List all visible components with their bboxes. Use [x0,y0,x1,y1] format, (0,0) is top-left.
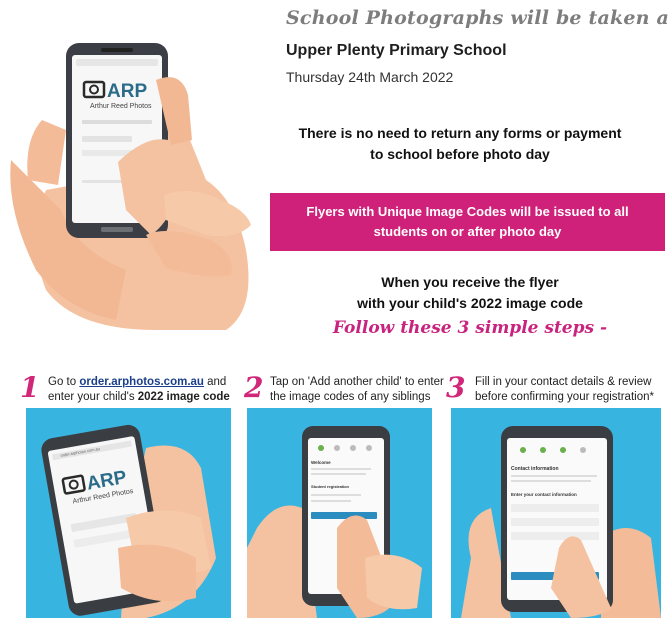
step-2-number: 2 [244,371,264,404]
school-name: Upper Plenty Primary School [286,42,507,59]
phone-illustration-2: Welcome Student registration [247,426,422,618]
step-1-text: Go to order.arphotos.com.au and enter yo… [48,375,248,405]
step-3-text: Fill in your contact details & review be… [475,376,654,403]
student-registration-heading: Student registration [311,484,350,489]
follow-steps-title: Follow these 3 simple steps - [332,318,608,338]
banner-line-1: Flyers with Unique Image Codes will be i… [306,204,629,219]
banner-line-2: students on or after photo day [373,224,562,239]
welcome-heading: Welcome [311,460,331,465]
step-1-bold: 2022 image code [137,391,230,403]
receive-line-1: When you receive the flyer [381,274,559,290]
step-3-number: 3 [446,371,466,404]
arp-tagline: Arthur Reed Photos [90,103,152,110]
step-2-text: Tap on 'Add another child' to enter the … [270,376,444,403]
hero-illustration: ARP Arthur Reed Photos [6,10,260,330]
photo-date: Thursday 24th March 2022 [286,69,454,85]
headline: School Photographs will be taken at [286,7,670,29]
order-site-link[interactable]: order.arphotos.com.au [79,376,204,388]
notice-line-2: to school before photo day [370,146,550,162]
notice-text: There is no need to return any forms or … [290,123,630,165]
receive-line-2: with your child's 2022 image code [357,295,583,311]
phone-illustration-1: order.arphotos.com.au ARP Arthur Reed Ph… [41,424,216,618]
step-1-prefix: Go to [48,376,80,388]
step-3-panel: Contact information Enter your contact i… [451,408,661,618]
hand-holding-phone-illustration: ARP Arthur Reed Photos [10,43,251,330]
receive-text: When you receive the flyer with your chi… [300,272,640,314]
arp-logo: ARP [107,81,147,102]
notice-line-1: There is no need to return any forms or … [298,125,622,141]
step-2-panel: Welcome Student registration [247,408,432,618]
contact-info-heading: Contact information [511,466,559,472]
step-1-number: 1 [20,371,40,404]
contact-entry-heading: Enter your contact information [511,492,577,497]
flyer-banner: Flyers with Unique Image Codes will be i… [270,193,665,251]
phone-illustration-3: Contact information Enter your contact i… [461,426,661,618]
step-1-panel: order.arphotos.com.au ARP Arthur Reed Ph… [26,408,231,618]
